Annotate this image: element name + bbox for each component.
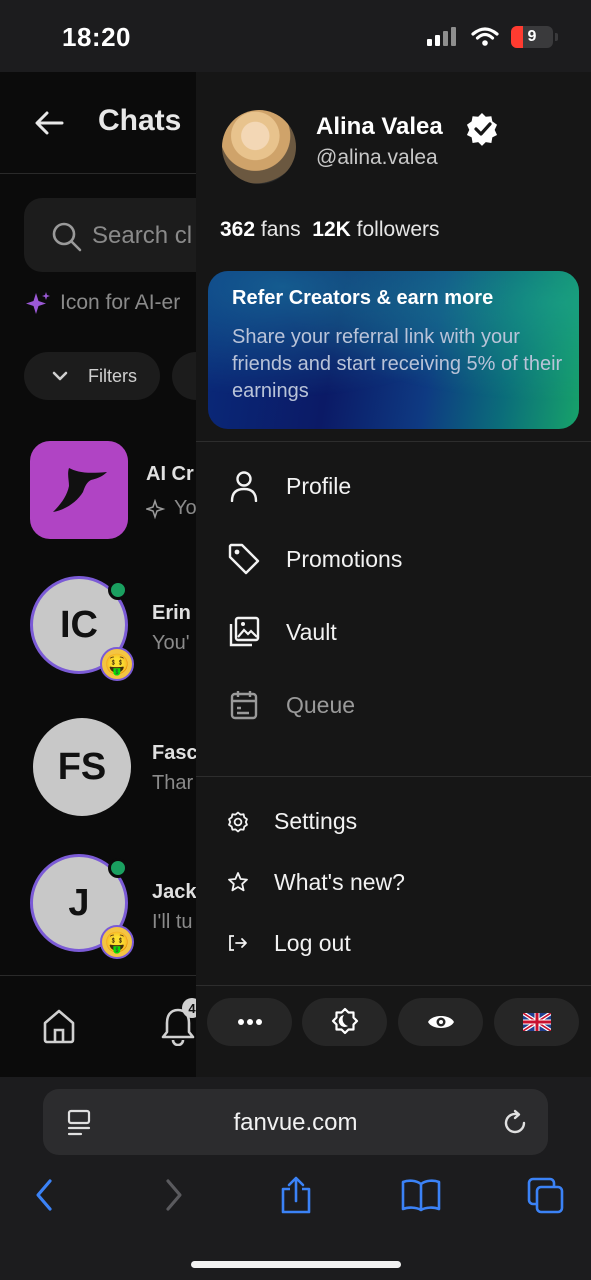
gear-icon [226, 810, 250, 834]
profile-avatar[interactable] [222, 110, 296, 184]
home-icon[interactable] [42, 1008, 76, 1044]
menu-item-label: Profile [286, 473, 352, 499]
status-icons: 9 [427, 26, 558, 48]
wifi-icon [471, 27, 499, 46]
tag-icon [226, 541, 262, 577]
refer-title: Refer Creators & earn more [232, 287, 494, 309]
visibility-button[interactable] [398, 998, 483, 1046]
chat-message: I'll tu [152, 911, 193, 933]
share-icon[interactable] [278, 1175, 314, 1215]
home-indicator [191, 1261, 401, 1268]
chat-name: AI Cr [146, 463, 194, 485]
menu-item-label: Promotions [286, 546, 403, 572]
online-indicator [108, 858, 128, 878]
profile-stats: 362 fans 12K followers [220, 218, 440, 242]
search-placeholder: Search cl [92, 222, 193, 249]
sparkle-outline-icon [146, 499, 166, 520]
online-indicator [108, 580, 128, 600]
status-time: 18:20 [62, 22, 131, 52]
logout-icon [226, 931, 250, 955]
menu-item-logout[interactable] [196, 915, 591, 971]
menu-item-label: Vault [286, 619, 337, 645]
star-icon [226, 870, 250, 894]
tabs-icon[interactable] [526, 1175, 566, 1215]
uk-flag-icon [522, 1013, 551, 1031]
sparkle-icon [26, 292, 50, 314]
chat-name: Jack [152, 881, 197, 903]
menu-item-settings[interactable] [196, 793, 591, 849]
signal-icon [427, 27, 456, 46]
money-face-icon: 🤑 [100, 647, 134, 681]
followers-count: 12K [312, 218, 351, 241]
more-button[interactable] [207, 998, 292, 1046]
chat-name: Erin [152, 602, 191, 624]
profile-name: Alina Valea [316, 113, 443, 140]
fans-count: 362 [220, 218, 256, 241]
ai-creator-avatar[interactable] [30, 441, 128, 539]
chat-message: Thar [152, 772, 194, 794]
language-button[interactable] [494, 998, 579, 1046]
page-title: Chats [98, 104, 182, 137]
menu-item-label: Queue [286, 692, 356, 718]
fanvue-logo-icon [53, 468, 107, 512]
calendar-icon [226, 687, 262, 723]
filters-label: Filters [88, 366, 137, 386]
refer-body: Share your referral link with your frien… [232, 326, 563, 402]
divider [196, 985, 591, 986]
battery-level: 9 [527, 28, 537, 45]
theme-toggle-button[interactable] [302, 998, 387, 1046]
person-icon [226, 468, 262, 504]
back-icon[interactable] [30, 1175, 60, 1215]
chat-message: Yo [174, 497, 197, 519]
verified-badge-icon [466, 112, 498, 146]
search-icon [52, 222, 82, 252]
forward-icon[interactable] [158, 1175, 188, 1215]
images-icon [226, 614, 262, 650]
menu-item-label: What's new? [274, 869, 405, 895]
chat-name: Fasc [152, 742, 198, 764]
menu-item-label: Settings [274, 808, 358, 834]
back-arrow-icon[interactable] [34, 110, 64, 136]
bookmarks-icon[interactable] [400, 1175, 442, 1215]
followers-label: followers [356, 218, 440, 241]
chevron-down-icon [52, 371, 68, 381]
profile-handle: @alina.valea [316, 146, 438, 169]
eye-icon [427, 1016, 454, 1028]
avatar[interactable]: FS [33, 718, 131, 816]
battery-icon: 9 [511, 26, 558, 48]
reload-icon[interactable] [500, 1108, 530, 1138]
money-face-icon: 🤑 [100, 925, 134, 959]
ai-icon-note: Icon for AI-er [60, 291, 181, 314]
chat-message: You' [152, 632, 190, 654]
fans-label: fans [260, 218, 301, 241]
divider [0, 173, 200, 174]
divider [196, 776, 591, 777]
theme-icon [331, 1007, 358, 1035]
menu-item-label: Log out [274, 930, 351, 956]
divider [196, 441, 591, 442]
more-icon [237, 1019, 262, 1025]
